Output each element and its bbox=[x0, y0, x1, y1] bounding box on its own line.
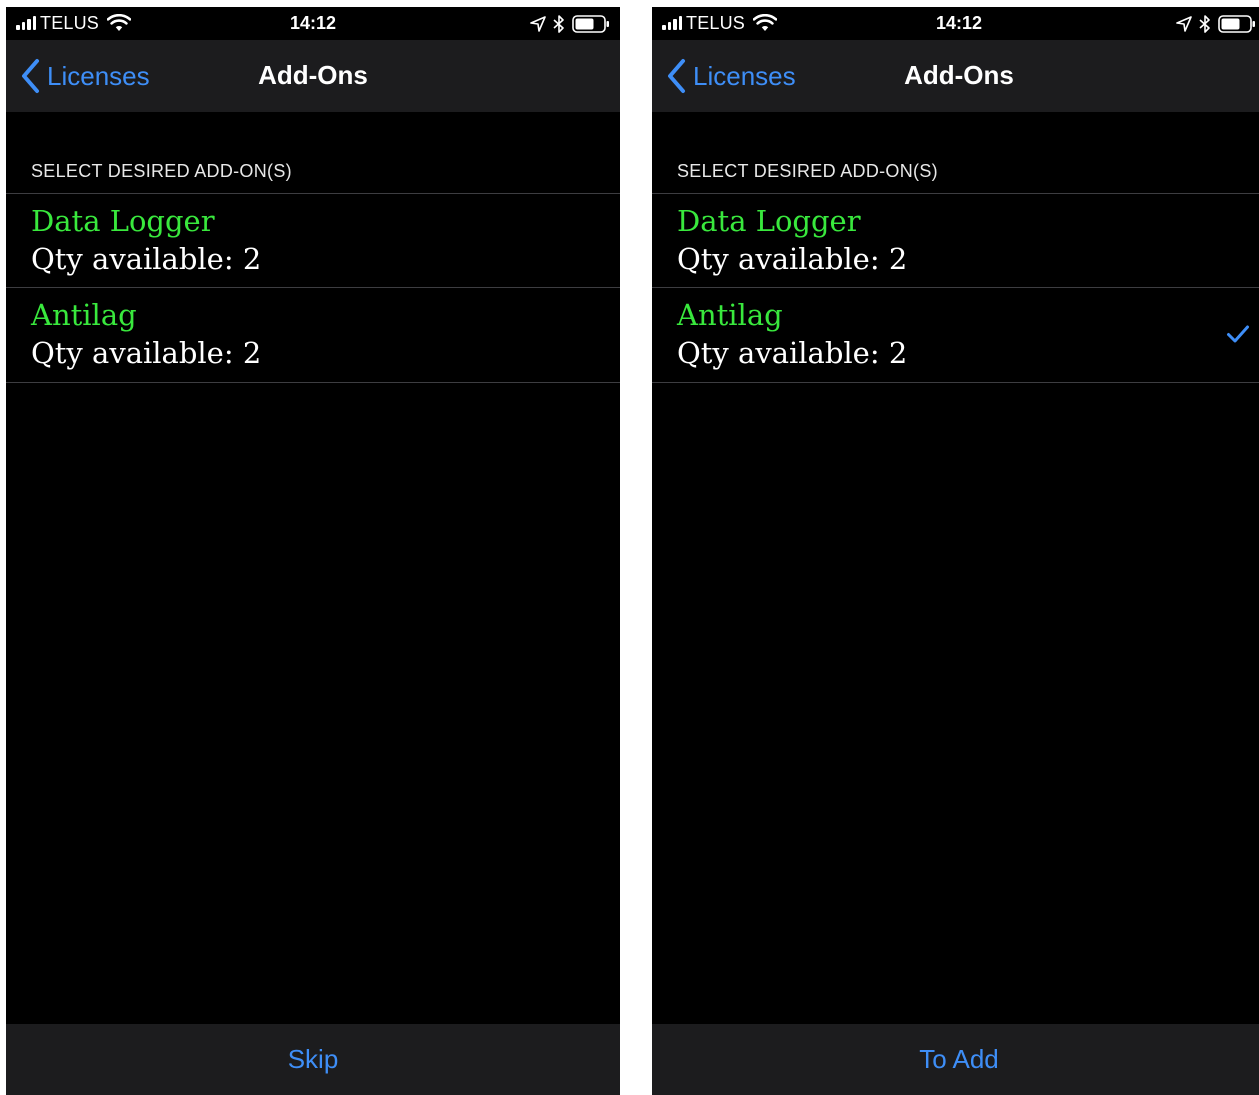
back-button-label: Licenses bbox=[693, 60, 796, 91]
divider bbox=[652, 382, 1259, 383]
status-right bbox=[1176, 13, 1256, 35]
status-right bbox=[530, 13, 610, 35]
item-title: Data Logger bbox=[677, 204, 861, 238]
section-header: SELECT DESIRED ADD-ON(S) bbox=[31, 161, 292, 181]
list-item-antilag[interactable]: Antilag Qty available: 2 bbox=[652, 288, 1259, 382]
battery-icon bbox=[572, 15, 609, 33]
back-button[interactable]: Licenses bbox=[20, 56, 150, 96]
status-bar: TELUS 14:12 bbox=[652, 7, 1259, 40]
skip-button[interactable]: Skip bbox=[6, 1044, 620, 1075]
to-add-button[interactable]: To Add bbox=[652, 1044, 1259, 1075]
navigation-bar: Licenses Add-Ons bbox=[6, 40, 620, 112]
list-item-data-logger[interactable]: Data Logger Qty available: 2 bbox=[6, 194, 620, 288]
bluetooth-icon bbox=[553, 15, 564, 33]
status-time: 14:12 bbox=[935, 13, 983, 33]
chevron-left-icon bbox=[22, 59, 39, 93]
list-item-antilag[interactable]: Antilag Qty available: 2 bbox=[6, 288, 620, 382]
divider bbox=[6, 382, 620, 383]
navigation-bar: Licenses Add-Ons bbox=[652, 40, 1259, 112]
list-item-data-logger[interactable]: Data Logger Qty available: 2 bbox=[652, 194, 1259, 288]
item-title: Data Logger bbox=[31, 204, 215, 238]
item-quantity: Qty available: 2 bbox=[31, 336, 262, 370]
item-quantity: Qty available: 2 bbox=[677, 242, 908, 276]
battery-icon bbox=[1218, 15, 1255, 33]
item-quantity: Qty available: 2 bbox=[677, 336, 908, 370]
item-title: Antilag bbox=[31, 298, 137, 332]
back-button-label: Licenses bbox=[47, 60, 150, 91]
phone-screen-right: TELUS 14:12 Licenses Add-Ons SELECT DESI… bbox=[652, 7, 1259, 1095]
item-quantity: Qty available: 2 bbox=[31, 242, 262, 276]
item-title: Antilag bbox=[677, 298, 783, 332]
checkmark-icon bbox=[1227, 325, 1249, 343]
section-header: SELECT DESIRED ADD-ON(S) bbox=[677, 161, 938, 181]
location-arrow-icon bbox=[1176, 16, 1192, 32]
bottom-toolbar: Skip bbox=[6, 1024, 620, 1095]
phone-screen-left: TELUS 14:12 Licenses Add-Ons SELECT DESI… bbox=[6, 7, 620, 1095]
bluetooth-icon bbox=[1199, 15, 1210, 33]
bottom-toolbar: To Add bbox=[652, 1024, 1259, 1095]
chevron-left-icon bbox=[668, 59, 685, 93]
status-time: 14:12 bbox=[289, 13, 337, 33]
back-button[interactable]: Licenses bbox=[666, 56, 796, 96]
status-bar: TELUS 14:12 bbox=[6, 7, 620, 40]
location-arrow-icon bbox=[530, 16, 546, 32]
